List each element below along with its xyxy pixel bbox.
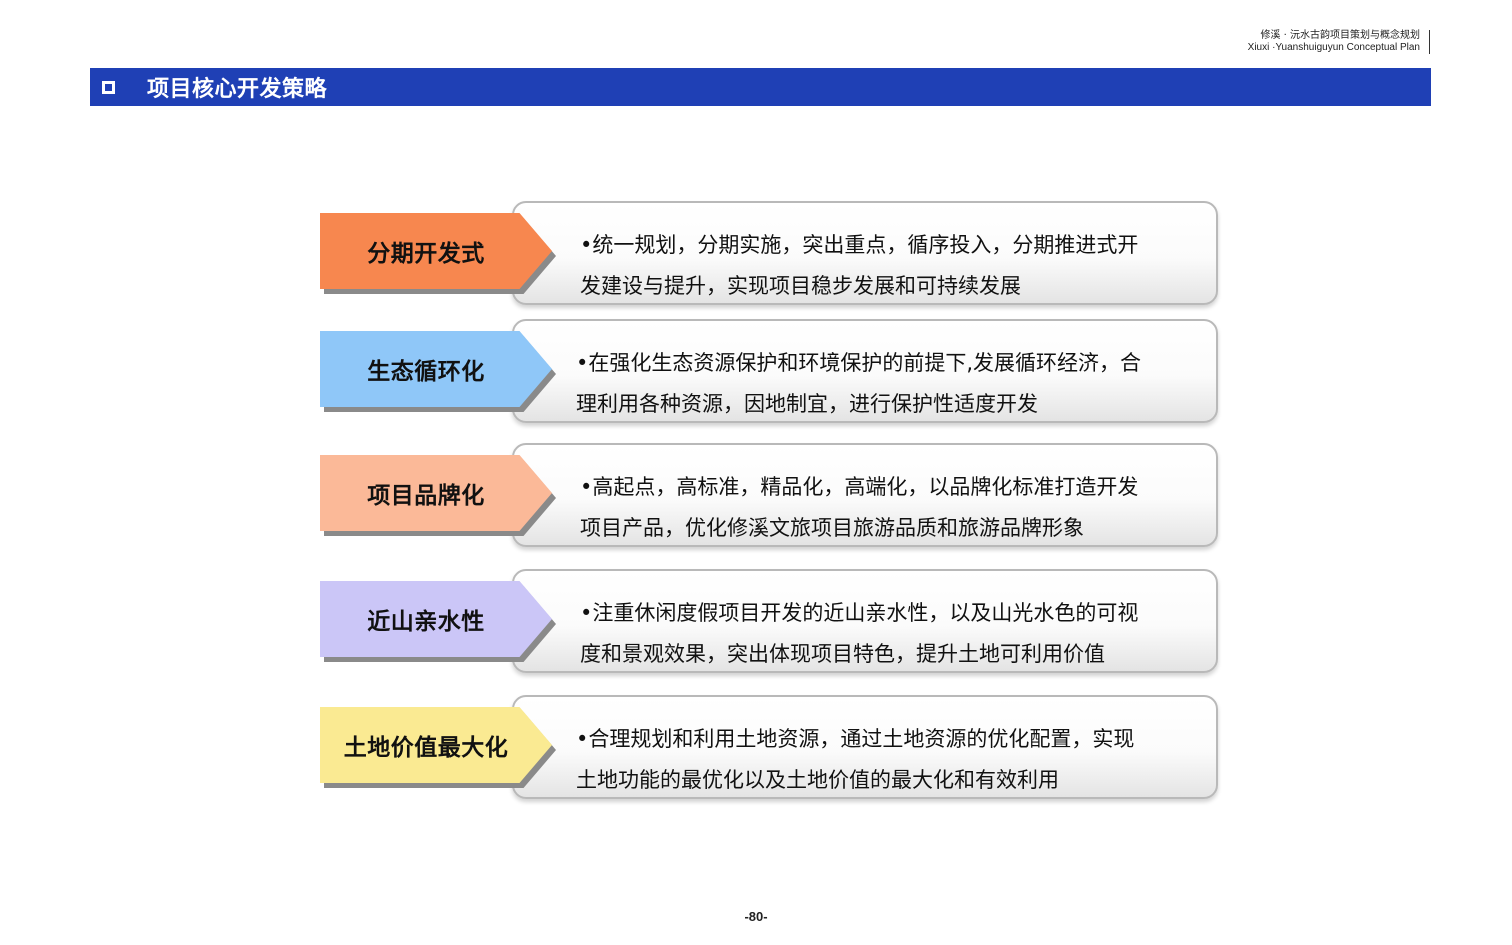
strategy-row: •在强化生态资源保护和环境保护的前提下,发展循环经济，合 理利用各种资源，因地制… [318,319,1228,429]
strategy-row: •合理规划和利用土地资源，通过土地资源的优化配置，实现 土地功能的最优化以及土地… [318,695,1228,805]
strategy-description-box: •在强化生态资源保护和环境保护的前提下,发展循环经济，合 理利用各种资源，因地制… [512,319,1218,423]
strategy-label: 生态循环化 [367,359,485,385]
strategy-label: 近山亲水性 [367,609,485,635]
strategy-label: 项目品牌化 [367,483,485,509]
strategy-description-box: •合理规划和利用土地资源，通过土地资源的优化配置，实现 土地功能的最优化以及土地… [512,695,1218,799]
strategy-description: •注重休闲度假项目开发的近山亲水性，以及山光水色的可视 度和景观效果，突出体现项… [580,601,1139,666]
strategy-label: 分期开发式 [367,241,485,267]
strategy-row: •统一规划，分期实施，突出重点，循序投入，分期推进式开 发建设与提升，实现项目稳… [318,201,1228,311]
strategy-description: •在强化生态资源保护和环境保护的前提下,发展循环经济，合 理利用各种资源，因地制… [576,351,1142,416]
strategy-description: •高起点，高标准，精品化，高端化，以品牌化标准打造开发 项目产品，优化修溪文旅项… [580,475,1139,540]
strategy-row: •高起点，高标准，精品化，高端化，以品牌化标准打造开发 项目产品，优化修溪文旅项… [318,443,1228,553]
strategy-description: •合理规划和利用土地资源，通过土地资源的优化配置，实现 土地功能的最优化以及土地… [576,727,1135,792]
page-number: -80- [744,909,768,924]
strategy-list: •统一规划，分期实施，突出重点，循序投入，分期推进式开 发建设与提升，实现项目稳… [0,0,1512,945]
strategy-label: 土地价值最大化 [343,735,509,761]
strategy-row: •注重休闲度假项目开发的近山亲水性，以及山光水色的可视 度和景观效果，突出体现项… [318,569,1228,679]
strategy-description-box: •注重休闲度假项目开发的近山亲水性，以及山光水色的可视 度和景观效果，突出体现项… [512,569,1218,673]
strategy-description-box: •高起点，高标准，精品化，高端化，以品牌化标准打造开发 项目产品，优化修溪文旅项… [512,443,1218,547]
strategy-description-box: •统一规划，分期实施，突出重点，循序投入，分期推进式开 发建设与提升，实现项目稳… [512,201,1218,305]
strategy-description: •统一规划，分期实施，突出重点，循序投入，分期推进式开 发建设与提升，实现项目稳… [580,233,1139,298]
